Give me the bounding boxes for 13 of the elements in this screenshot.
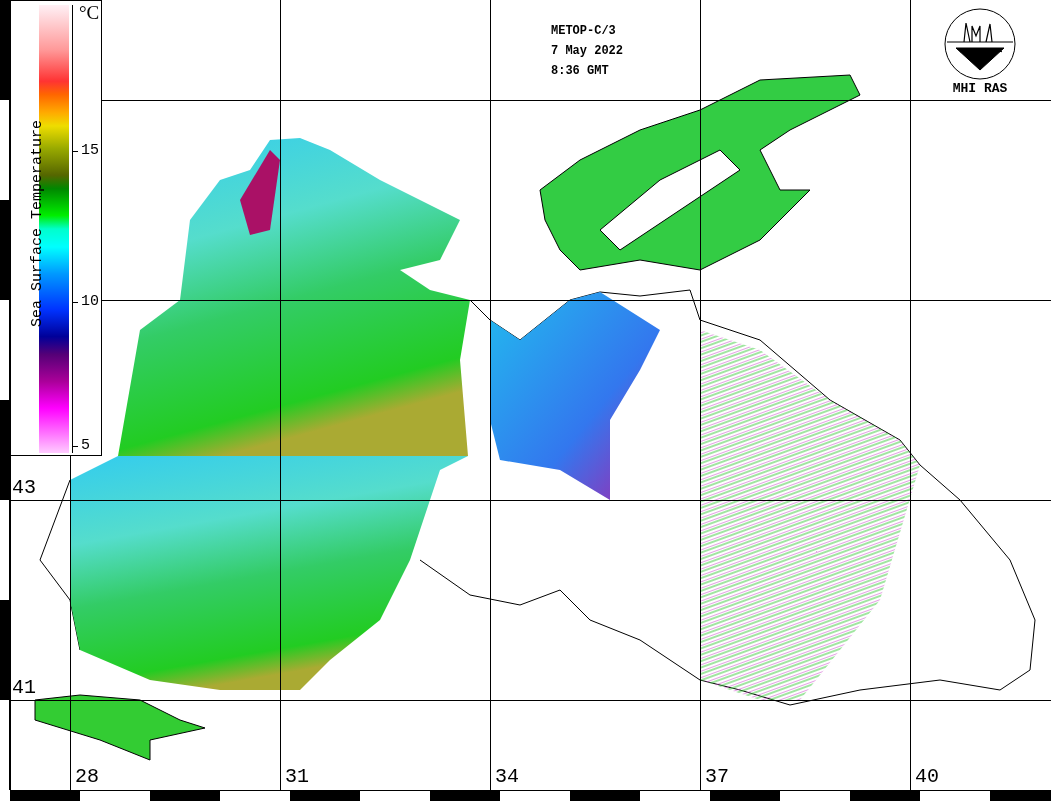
- longitude-label: 28: [75, 767, 99, 787]
- latitude-label: 41: [12, 678, 36, 698]
- unit-label: °C: [79, 3, 100, 22]
- header-text: 8:36 GMT: [551, 64, 610, 78]
- colorbar-title: Sea Surface Temperature: [29, 119, 45, 329]
- longitude-label: 34: [495, 767, 519, 787]
- longitude-label: 31: [285, 767, 309, 787]
- header-text: 7 May 2022: [551, 44, 623, 58]
- longitude-label: 40: [915, 767, 939, 787]
- header-text: METOP-C/3: [551, 24, 617, 38]
- institute-name: MHI RAS: [951, 82, 1009, 95]
- latitude-label: 43: [12, 478, 36, 498]
- longitude-label: 37: [705, 767, 729, 787]
